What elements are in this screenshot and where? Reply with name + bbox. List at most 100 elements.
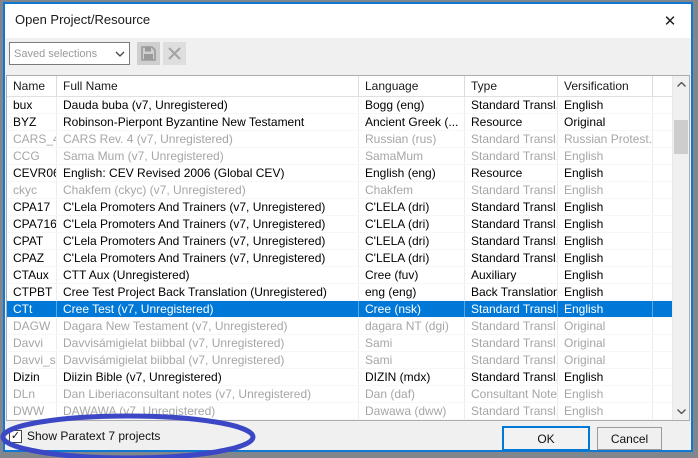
cell-type: Standard Transl...	[465, 301, 558, 317]
delete-x-icon	[168, 47, 181, 60]
cell-versification: English	[558, 199, 653, 215]
table-row[interactable]: CCGSama Mum (v7, Unregistered)SamaMumSta…	[7, 148, 672, 165]
show-paratext7-checkbox-row[interactable]: ✓ Show Paratext 7 projects	[9, 428, 160, 444]
column-header-name[interactable]: Name	[7, 76, 57, 96]
cell-type: Standard Transl...	[465, 148, 558, 164]
table-row[interactable]: BYZRobinson-Pierpont Byzantine New Testa…	[7, 114, 672, 131]
scrollbar-up-icon[interactable]	[673, 76, 689, 93]
scrollbar-thumb[interactable]	[674, 120, 688, 154]
cell-full-name: Sama Mum (v7, Unregistered)	[57, 148, 359, 164]
cell-type: Resource	[465, 114, 558, 130]
cell-filler	[653, 403, 672, 419]
column-header-full-name[interactable]: Full Name	[57, 76, 359, 96]
table-row[interactable]: CARS_4CARS Rev. 4 (v7, Unregistered)Russ…	[7, 131, 672, 148]
cell-full-name: Dagara New Testament (v7, Unregistered)	[57, 318, 359, 334]
cell-filler	[653, 369, 672, 385]
cell-filler	[653, 199, 672, 215]
table-row[interactable]: DWWDAWAWA (v7, Unregistered)Dawawa (dww)…	[7, 403, 672, 420]
table-row[interactable]: ckycChakfem (ckyc) (v7, Unregistered)Cha…	[7, 182, 672, 199]
cell-name: DWW	[7, 403, 57, 419]
cell-name: bux	[7, 97, 57, 113]
cell-language: Russian (rus)	[359, 131, 465, 147]
cell-versification: English	[558, 301, 653, 317]
cell-name: CPAZ	[7, 250, 57, 266]
column-header-type[interactable]: Type	[465, 76, 558, 96]
cell-type: Standard Transl...	[465, 250, 558, 266]
vertical-scrollbar[interactable]	[672, 76, 689, 420]
cell-name: DLn	[7, 386, 57, 402]
cell-name: Dizin	[7, 369, 57, 385]
cell-name: CPAT	[7, 233, 57, 249]
cell-filler	[653, 335, 672, 351]
cell-language: English (eng)	[359, 165, 465, 181]
table-row[interactable]: CPA716C'Lela Promoters And Trainers (v7,…	[7, 216, 672, 233]
delete-selection-button[interactable]	[163, 42, 186, 65]
cell-filler	[653, 250, 672, 266]
table-row[interactable]: DavviDavvisámigielat biibbal (v7, Unregi…	[7, 335, 672, 352]
ok-button[interactable]: OK	[502, 426, 590, 451]
column-header-language[interactable]: Language	[359, 76, 465, 96]
save-selection-button[interactable]	[137, 42, 160, 65]
table-row[interactable]: CPAZC'Lela Promoters And Trainers (v7, U…	[7, 250, 672, 267]
cell-full-name: Dan Liberiaconsultant notes (v7, Unregis…	[57, 386, 359, 402]
table-row[interactable]: DLnDan Liberiaconsultant notes (v7, Unre…	[7, 386, 672, 403]
cancel-button[interactable]: Cancel	[597, 427, 662, 450]
cell-full-name: Diizin Bible (v7, Unregistered)	[57, 369, 359, 385]
show-paratext7-label: Show Paratext 7 projects	[27, 429, 160, 443]
cell-versification: English	[558, 267, 653, 283]
cell-type: Standard Transl...	[465, 182, 558, 198]
cell-language: DIZIN (mdx)	[359, 369, 465, 385]
cell-versification: English	[558, 148, 653, 164]
cell-type: Standard Transl...	[465, 233, 558, 249]
cell-filler	[653, 284, 672, 300]
scrollbar-down-icon[interactable]	[673, 403, 689, 420]
table-row[interactable]: DizinDiizin Bible (v7, Unregistered)DIZI…	[7, 369, 672, 386]
close-button[interactable]: ✕	[655, 8, 685, 34]
table-row[interactable]: DAGWDagara New Testament (v7, Unregister…	[7, 318, 672, 335]
cell-name: CARS_4	[7, 131, 57, 147]
cell-language: C'LELA (dri)	[359, 199, 465, 215]
cell-type: Standard Transl...	[465, 131, 558, 147]
table-row[interactable]: CPA17C'Lela Promoters And Trainers (v7, …	[7, 199, 672, 216]
table-row[interactable]: CPATC'Lela Promoters And Trainers (v7, U…	[7, 233, 672, 250]
cell-versification: English	[558, 386, 653, 402]
saved-selections-combobox[interactable]: Saved selections	[9, 42, 130, 65]
cell-versification: Russian Protest...	[558, 131, 653, 147]
cell-language: C'LELA (dri)	[359, 233, 465, 249]
cell-name: Davvi_ss	[7, 352, 57, 368]
cell-filler	[653, 148, 672, 164]
cell-language: Bogg (eng)	[359, 97, 465, 113]
cell-filler	[653, 165, 672, 181]
cell-full-name: Chakfem (ckyc) (v7, Unregistered)	[57, 182, 359, 198]
cell-type: Standard Transl...	[465, 97, 558, 113]
table-row[interactable]: Davvi_ssDavvisámigielat biibbal (v7, Unr…	[7, 352, 672, 369]
cell-full-name: C'Lela Promoters And Trainers (v7, Unreg…	[57, 250, 359, 266]
cell-filler	[653, 114, 672, 130]
cell-name: CTAux	[7, 267, 57, 283]
cell-versification: English	[558, 97, 653, 113]
cell-filler	[653, 97, 672, 113]
cell-filler	[653, 352, 672, 368]
cell-name: CCG	[7, 148, 57, 164]
cell-name: ckyc	[7, 182, 57, 198]
table-row[interactable]: buxDauda buba (v7, Unregistered)Bogg (en…	[7, 97, 672, 114]
cell-versification: Original	[558, 318, 653, 334]
cell-versification: English	[558, 250, 653, 266]
table-row[interactable]: CTAuxCTT Aux (Unregistered)Cree (fuv)Aux…	[7, 267, 672, 284]
cell-language: Sami	[359, 352, 465, 368]
table-row[interactable]: CEVR06English: CEV Revised 2006 (Global …	[7, 165, 672, 182]
cell-type: Standard Transl...	[465, 216, 558, 232]
cell-name: DAGW	[7, 318, 57, 334]
save-floppy-icon	[141, 46, 156, 61]
title-bar: Open Project/Resource ✕	[5, 4, 691, 38]
cell-full-name: DAWAWA (v7, Unregistered)	[57, 403, 359, 419]
show-paratext7-checkbox[interactable]: ✓	[9, 430, 22, 443]
table-row[interactable]: CTtCree Test (v7, Unregistered)Cree (nsk…	[7, 301, 672, 318]
cell-full-name: CARS Rev. 4 (v7, Unregistered)	[57, 131, 359, 147]
column-header-versification[interactable]: Versification	[558, 76, 653, 96]
cell-full-name: C'Lela Promoters And Trainers (v7, Unreg…	[57, 199, 359, 215]
cell-versification: Original	[558, 352, 653, 368]
cell-type: Standard Transl...	[465, 318, 558, 334]
cell-language: Dawawa (dww)	[359, 403, 465, 419]
table-row[interactable]: CTPBTCree Test Project Back Translation …	[7, 284, 672, 301]
